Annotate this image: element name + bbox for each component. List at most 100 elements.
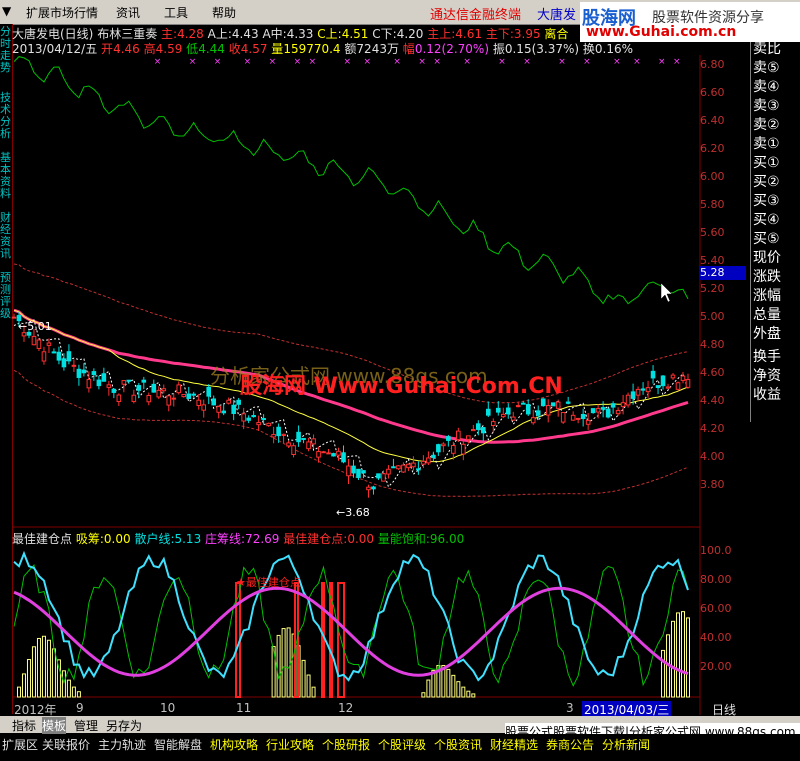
bb-news[interactable]: 个股资讯 xyxy=(434,736,482,753)
tab-template[interactable]: 模板 xyxy=(42,717,67,734)
mouse-cursor-icon xyxy=(660,282,673,303)
indicator-bar xyxy=(36,637,41,698)
candle-body xyxy=(386,468,391,475)
bb-broker[interactable]: 券商公告 xyxy=(546,736,594,753)
candle-body xyxy=(316,451,321,458)
candle-body xyxy=(191,393,197,396)
indicator-bar xyxy=(446,668,451,698)
candle-body xyxy=(336,450,341,456)
price-tick: 6.40 xyxy=(700,114,725,127)
candle-body xyxy=(66,351,72,362)
candle-body xyxy=(590,408,596,414)
dealer-line xyxy=(13,586,689,677)
candle-body xyxy=(321,451,326,454)
candle-body xyxy=(186,393,192,399)
retail-label: 散户线: xyxy=(134,532,175,546)
signal-marker-icon: × xyxy=(244,57,252,67)
candle-body xyxy=(441,443,446,447)
candle-body xyxy=(41,351,47,362)
signal-marker-icon: × xyxy=(633,57,641,67)
bb-industry[interactable]: 行业攻略 xyxy=(266,736,314,753)
candle-body xyxy=(645,387,651,393)
dealer-value: 72.69 xyxy=(245,532,280,546)
signal-marker-icon: × xyxy=(583,57,591,67)
bb-related[interactable]: 关联报价 xyxy=(42,736,90,753)
signal-marker-icon: × xyxy=(269,57,277,67)
indicator-bar xyxy=(661,649,666,698)
indicator-bar xyxy=(471,693,476,698)
bb-report[interactable]: 个股研报 xyxy=(322,736,370,753)
candle-body xyxy=(286,442,291,447)
bb-main-track[interactable]: 主力轨迹 xyxy=(98,736,146,753)
bb-analysis[interactable]: 分析新闻 xyxy=(602,736,650,753)
indicator-bar xyxy=(681,611,686,698)
indicator-bar xyxy=(16,686,21,698)
indicator-title: 最佳建仓点 吸筹:0.00 散户线:5.13 庄筹线:72.69 最佳建仓点:0… xyxy=(12,530,464,547)
candle-body xyxy=(36,339,42,349)
signal-markers: × × × × × × × × × × × × × × × × × × × × × xyxy=(154,57,681,67)
bb-selected[interactable]: 财经精选 xyxy=(490,736,538,753)
price-tick: 4.60 xyxy=(700,366,725,379)
bb-smart[interactable]: 智能解盘 xyxy=(154,736,202,753)
candle-body xyxy=(376,473,381,479)
indicator-bar xyxy=(276,634,281,698)
best-label: 最佳建仓点: xyxy=(283,532,348,546)
signal-marker-icon: × xyxy=(309,57,317,67)
candle-body xyxy=(391,466,396,469)
candle-body xyxy=(431,454,436,459)
quote-panel-item: 外盘 xyxy=(753,326,781,342)
indicator-bar xyxy=(61,670,66,698)
candle-body xyxy=(156,389,162,398)
candle-body xyxy=(241,413,246,422)
retail-value: 5.13 xyxy=(174,532,202,546)
quote-panel-item: 卖② xyxy=(753,117,780,133)
dealer-label: 庄筹线: xyxy=(205,532,246,546)
candle-body xyxy=(565,401,571,404)
candle-body xyxy=(271,434,276,438)
candle-body xyxy=(381,473,386,482)
best-entry-bar xyxy=(321,582,325,698)
quote-panel: 卖比 卖⑤ 卖④ 卖③ 卖② 卖① 买① 买② 买③ 买④ 买⑤ 现价 涨跌 涨幅 总量 外盘 换手 净资 收益 xyxy=(750,41,800,422)
candle-body xyxy=(166,395,172,406)
quote-panel-item: 涨幅 xyxy=(753,288,781,304)
bb-inst[interactable]: 机构攻略 xyxy=(210,736,258,753)
tab-save-as[interactable]: 另存为 xyxy=(106,717,142,734)
candle-body xyxy=(560,412,566,423)
candle-body xyxy=(396,465,401,470)
candle-body xyxy=(176,384,182,394)
candle-body xyxy=(91,371,97,376)
quote-panel-item: 买② xyxy=(753,174,780,190)
quote-panel-item: 换手 xyxy=(753,349,781,365)
bb-rating[interactable]: 个股评级 xyxy=(378,736,426,753)
candle-body xyxy=(46,342,52,346)
date-label: 3 xyxy=(566,701,574,715)
indicator-green-line xyxy=(13,564,689,687)
indicator-bar xyxy=(76,691,81,698)
candle-body xyxy=(570,414,576,421)
candle-body xyxy=(136,385,142,391)
indicator-bar xyxy=(451,674,456,698)
indicator-bar xyxy=(671,620,676,698)
signal-marker-icon: × xyxy=(498,57,506,67)
candle-body xyxy=(605,408,611,418)
indicator-name-label[interactable]: 最佳建仓点 xyxy=(12,532,72,546)
indicator-bar xyxy=(286,627,291,698)
candle-body xyxy=(31,335,37,346)
candle-body xyxy=(421,460,426,465)
candle-body xyxy=(471,429,476,432)
tab-manage[interactable]: 管理 xyxy=(74,717,98,734)
buy-label: 吸筹: xyxy=(75,532,104,546)
candle-body xyxy=(670,374,676,379)
signal-marker-icon: × xyxy=(294,57,302,67)
candle-body xyxy=(111,388,117,393)
indicator-bar xyxy=(41,635,46,698)
bb-extended[interactable]: 扩展区 xyxy=(2,736,38,753)
candle-body xyxy=(96,379,102,387)
tab-indicator[interactable]: 指标 xyxy=(12,717,36,734)
candle-body xyxy=(515,405,521,408)
date-label: 10 xyxy=(160,701,176,715)
quote-panel-item: 买③ xyxy=(753,193,780,209)
indicator-bar xyxy=(66,679,71,698)
candle-body xyxy=(650,370,656,379)
indicator-bar xyxy=(26,659,31,698)
